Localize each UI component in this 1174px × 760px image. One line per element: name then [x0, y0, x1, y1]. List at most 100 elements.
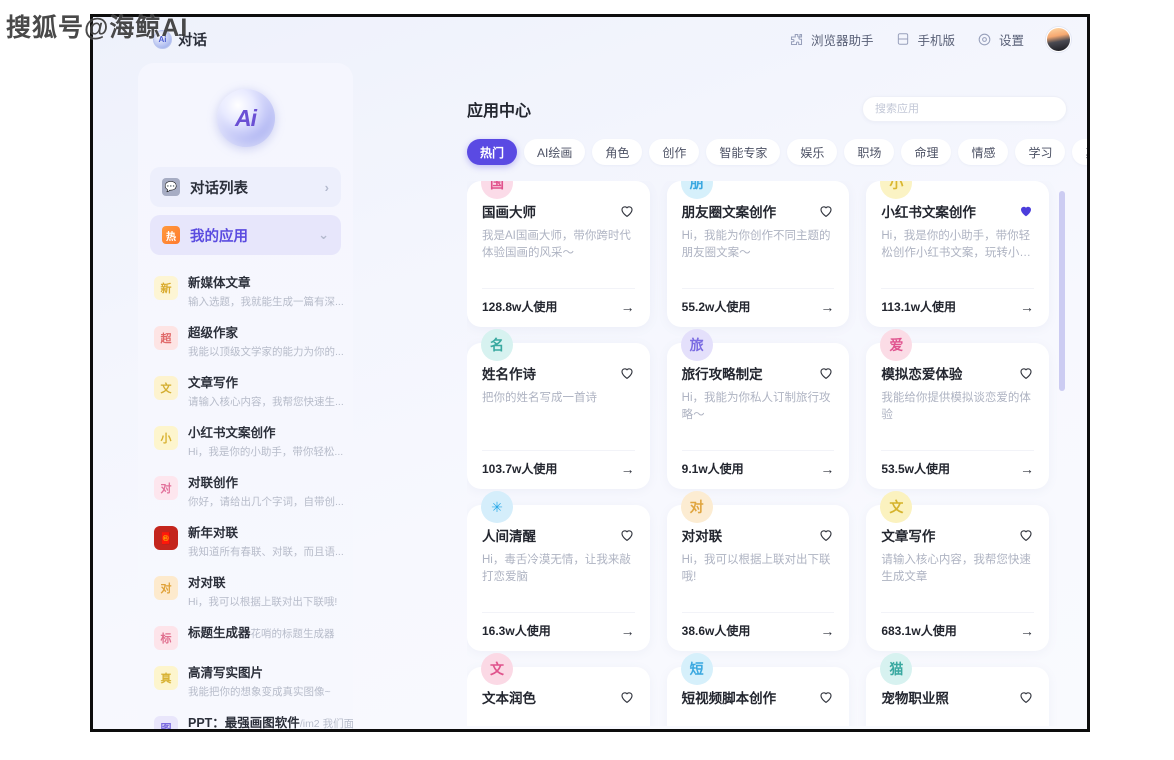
category-tab[interactable]: 创作 — [649, 139, 700, 165]
app-card[interactable]: ✳ 人间清醒 Hi，毒舌冷漠无情，让我来敲打恋爱脑 16.3w人使用 → — [467, 491, 650, 651]
sidebar-app-desc: 输入选题，我就能生成一篇有深... — [188, 296, 344, 308]
app-card-description: 我能给你提供模拟谈恋爱的体验 — [881, 392, 1031, 421]
app-card[interactable]: 爱模拟恋爱体验我能给你提供模拟谈恋爱的体验 53.5w人使用 → — [866, 329, 1049, 489]
sidebar-app-desc: Hi，我可以根据上联对出下联哦! — [188, 596, 338, 608]
category-tab[interactable]: 智能专家 — [706, 139, 781, 165]
sidebar-item-chat-list[interactable]: 💬 对话列表 › — [150, 167, 341, 207]
app-card[interactable]: 文文本润色→ — [467, 653, 650, 726]
arrow-right-icon[interactable]: → — [621, 299, 635, 315]
app-card-footer: 16.3w人使用 → — [482, 612, 635, 639]
app-card-header: 对对联 — [682, 525, 835, 545]
app-card-badge-icon: 对 — [680, 491, 713, 523]
sidebar-app-item[interactable]: 标标题生成器花哨的标题生成器 — [138, 617, 353, 657]
favorite-heart-icon[interactable] — [619, 365, 635, 381]
favorite-heart-icon[interactable] — [1018, 203, 1034, 219]
arrow-right-icon[interactable]: → — [1020, 299, 1034, 315]
arrow-right-icon[interactable]: → — [820, 623, 834, 639]
settings-button[interactable]: 设置 — [977, 30, 1024, 49]
category-tab[interactable]: 娱乐 — [787, 139, 838, 165]
favorite-heart-icon[interactable] — [1018, 365, 1034, 381]
search-input[interactable] — [875, 103, 1054, 115]
top-bar-actions: 浏览器助手 手机版 设置 — [789, 26, 1071, 52]
browser-assistant-button[interactable]: 浏览器助手 — [789, 30, 873, 49]
app-card[interactable]: 猫宠物职业照→ — [866, 653, 1049, 726]
app-card[interactable]: 朋朋友圈文案创作 Hi，我能为你创作不同主题的朋友圈文案～ 55.2w人使用 → — [666, 181, 850, 327]
sidebar-app-item[interactable]: 对对对联 Hi，我可以根据上联对出下联哦! — [138, 567, 353, 617]
favorite-heart-icon[interactable] — [818, 203, 834, 219]
app-card[interactable]: 国国画大师 我是AI国画大师，带你跨时代体验国画的风采～ 128.8w人使用 → — [467, 181, 650, 327]
app-card-badge-icon: 国 — [481, 181, 513, 199]
app-card-header: 文章写作 — [881, 525, 1034, 545]
app-card[interactable]: 名姓名作诗 把你的姓名写成一首诗 103.7w人使用 → — [467, 329, 650, 489]
app-card-header: 朋友圈文案创作 — [682, 201, 835, 221]
sidebar-app-item[interactable]: 🧧 新年对联我知道所有春联、对联，而且语... — [138, 517, 353, 567]
category-tab[interactable]: 学习 — [1015, 139, 1066, 165]
favorite-heart-icon[interactable] — [818, 365, 834, 381]
sidebar-app-item[interactable]: 超超级作家我能以顶级文学家的能力为你的... — [138, 317, 353, 367]
favorite-heart-icon[interactable] — [818, 527, 834, 543]
app-card-badge-icon: 文 — [880, 491, 913, 523]
category-tab[interactable]: 情感 — [958, 139, 1009, 165]
settings-label: 设置 — [998, 33, 1024, 48]
sidebar-app-item[interactable]: 小小红书文案创作 Hi，我是你的小助手，带你轻松... — [138, 417, 353, 467]
category-tab[interactable]: 热门 — [467, 139, 518, 165]
sidebar-app-avatar: 文 — [154, 376, 178, 400]
search-box[interactable] — [862, 96, 1067, 122]
sidebar-app-text: 对联创作你好，请给出几个字词，自带创... — [188, 474, 344, 510]
scrollbar-thumb[interactable] — [1059, 191, 1065, 391]
category-tab[interactable]: AI绘画 — [524, 139, 586, 165]
favorite-heart-icon[interactable] — [818, 689, 834, 705]
content-scrollbar[interactable] — [1059, 181, 1065, 726]
favorite-heart-icon[interactable] — [619, 203, 635, 219]
app-card[interactable]: 对对对联 Hi，我可以根据上联对出下联哦! 38.6w人使用 → — [666, 491, 850, 651]
category-tab[interactable]: 角色 — [592, 139, 643, 165]
page-title: 应用中心 — [467, 103, 532, 120]
sidebar-app-item[interactable]: 对对联创作你好，请给出几个字词，自带创... — [138, 467, 353, 517]
sidebar-app-item[interactable]: 真高清写实图片我能把你的想象变成真实图像~ — [138, 657, 353, 707]
mobile-version-button[interactable]: 手机版 — [895, 30, 955, 49]
app-card-badge-icon: 旅 — [680, 329, 713, 361]
category-tab[interactable]: 职场 — [844, 139, 895, 165]
app-card-badge-icon: 爱 — [880, 329, 913, 361]
category-tab[interactable]: 命理 — [901, 139, 952, 165]
chevron-right-icon: › — [324, 179, 329, 195]
sidebar-app-item[interactable]: 文文章写作请输入核心内容，我帮您快速生... — [138, 367, 353, 417]
app-card-footer: 113.1w人使用 → — [881, 288, 1034, 315]
app-card-name: 国画大师 — [482, 205, 536, 220]
arrow-right-icon[interactable]: → — [820, 461, 834, 477]
app-card[interactable]: 短短视频脚本创作→ — [666, 653, 850, 726]
favorite-heart-icon[interactable] — [1018, 527, 1034, 543]
sidebar-app-text: 新年对联我知道所有春联、对联，而且语... — [188, 524, 344, 560]
app-card-header: 模拟恋爱体验 — [881, 363, 1034, 383]
sidebar-app-desc: /im2 我们面important于PPT绘图协... — [299, 718, 353, 730]
app-card-description: Hi，我能为你私人订制旅行攻略～ — [681, 392, 831, 421]
sidebar-item-my-apps-label: 我的应用 — [190, 228, 248, 245]
avatar[interactable] — [1046, 26, 1071, 52]
favorite-heart-icon[interactable] — [1018, 689, 1034, 705]
app-card-name: 文本润色 — [482, 691, 536, 706]
arrow-right-icon[interactable]: → — [621, 623, 635, 639]
top-bar: Ai 对话 浏览器助手 手机版 设置 — [93, 17, 1087, 61]
app-card-footer: 38.6w人使用 → — [681, 612, 835, 639]
category-tab[interactable]: 其他 — [1072, 139, 1087, 165]
app-card[interactable]: 小小红书文案创作 Hi，我是你的小助手，带你轻松创作小红书文案，玩转小红书... 1… — [866, 181, 1049, 327]
sidebar-app-avatar: 对 — [154, 576, 178, 600]
arrow-right-icon[interactable]: → — [621, 461, 635, 477]
ai-logo-icon: Ai — [216, 89, 275, 147]
app-card-name: 姓名作诗 — [482, 367, 536, 382]
sidebar-app-item[interactable]: 图 PPT：最强画图软件/im2 我们面important于PPT绘图协... — [138, 707, 353, 730]
arrow-right-icon[interactable]: → — [1020, 461, 1034, 477]
app-card[interactable]: 文文章写作 请输入核心内容，我帮您快速生成文章 683.1w人使用 → — [866, 491, 1049, 651]
arrow-right-icon[interactable]: → — [1020, 623, 1034, 639]
favorite-heart-icon[interactable] — [619, 527, 635, 543]
sidebar-app-name: 新年对联 — [188, 526, 239, 540]
mobile-icon — [895, 31, 911, 47]
app-card-name: 旅行攻略制定 — [681, 367, 763, 382]
favorite-heart-icon[interactable] — [619, 689, 635, 705]
sidebar-item-my-apps[interactable]: 热 我的应用 ⌄ — [150, 215, 341, 255]
app-card-usage-count: 53.5w人使用 — [881, 462, 951, 476]
sidebar-app-item[interactable]: 新新媒体文章输入选题，我就能生成一篇有深... — [138, 267, 353, 317]
arrow-right-icon[interactable]: → — [820, 299, 834, 315]
sidebar-app-avatar: 标 — [154, 626, 178, 650]
app-card[interactable]: 旅旅行攻略制定 Hi，我能为你私人订制旅行攻略～ 9.1w人使用 → — [666, 329, 850, 489]
